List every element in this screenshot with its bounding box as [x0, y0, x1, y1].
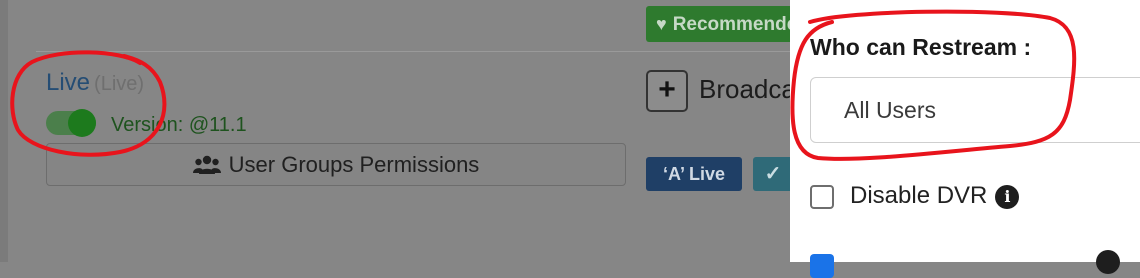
second-option-checkbox[interactable]: [810, 254, 834, 278]
restream-label: Who can Restream :: [810, 34, 1032, 60]
disable-dvr-checkbox[interactable]: [810, 185, 834, 209]
restream-select[interactable]: All Users: [810, 77, 1140, 143]
live-enable-toggle[interactable]: [46, 109, 96, 137]
toggle-knob: [68, 109, 96, 137]
live-item-title[interactable]: Live (Live): [46, 69, 144, 97]
annotation-circle-live: [10, 50, 167, 157]
users-icon: [192, 155, 221, 174]
settings-panel: Who can Restream : All Users Disable DVR…: [790, 0, 1140, 278]
live-title-text: Live: [46, 69, 91, 96]
live-badge: ‘A’ Live: [646, 157, 742, 191]
live-subtitle: (Live): [94, 73, 145, 95]
permissions-button-label: User Groups Permissions: [228, 152, 480, 177]
heart-icon: ♥: [656, 14, 667, 34]
disable-dvr-text: Disable DVR: [850, 182, 988, 209]
page-left-edge: [0, 0, 8, 262]
recommended-badge: ♥ Recommended: [646, 6, 806, 42]
version-text: Version: @11.1: [111, 114, 247, 136]
recommended-label: Recommended: [672, 14, 806, 35]
divider: [36, 51, 792, 52]
disable-dvr-label: Disable DVR i: [850, 182, 1020, 210]
add-broadcast-button[interactable]: +: [646, 70, 688, 112]
check-badge: ✓: [753, 157, 793, 191]
second-info-icon[interactable]: [1096, 250, 1120, 274]
info-icon[interactable]: i: [995, 185, 1020, 209]
user-groups-permissions-button[interactable]: User Groups Permissions: [46, 143, 626, 186]
